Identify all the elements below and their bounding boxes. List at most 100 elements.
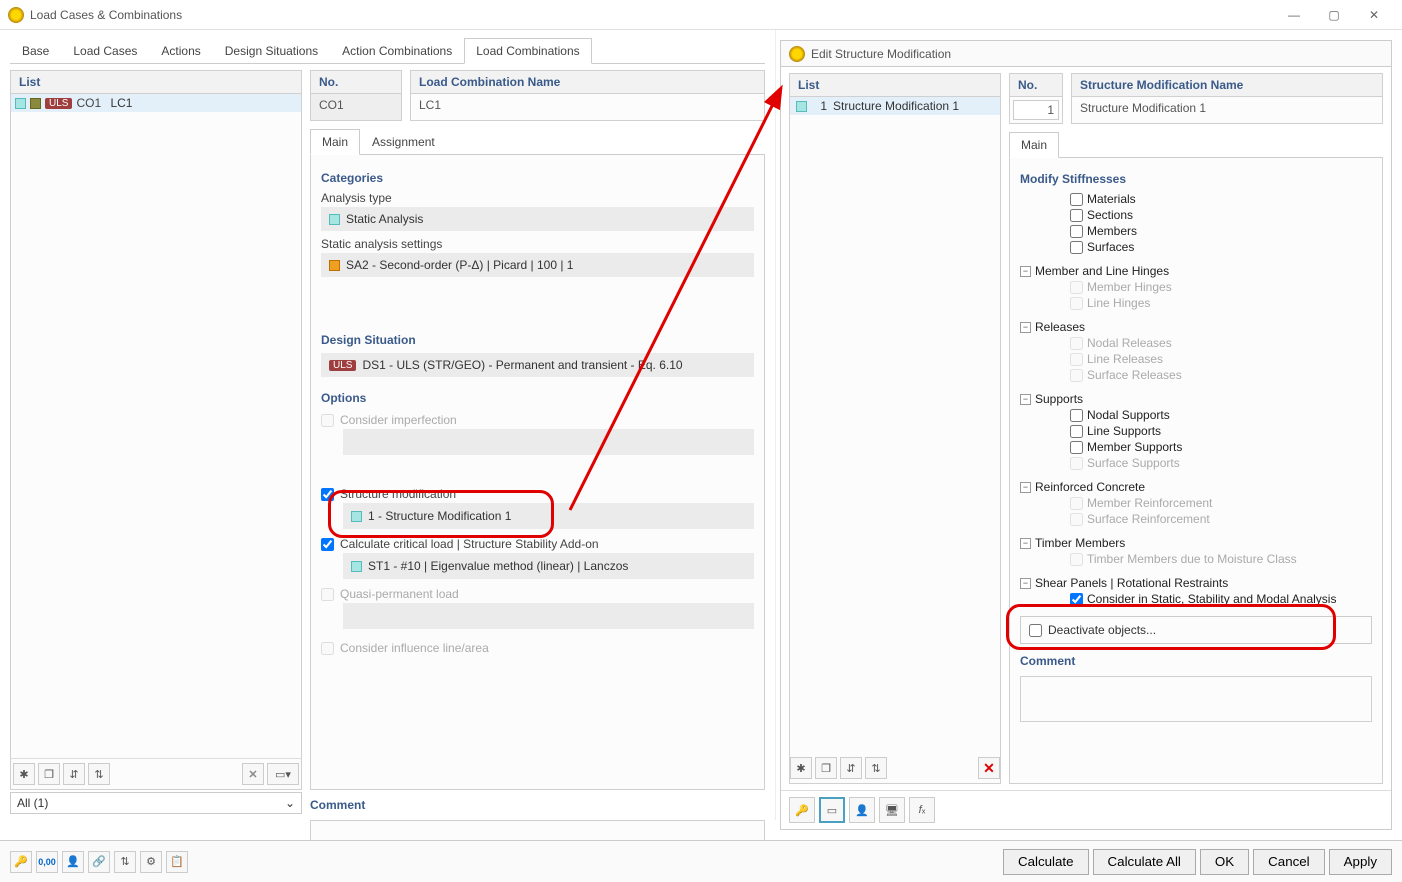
combinations-list: List ULS CO1 LC1 ✱ ❐ ⇵ ⇅ ✕ ▭▾ [10, 70, 302, 790]
window-title: Load Cases & Combinations [30, 8, 1274, 22]
calc-critical-row[interactable]: Calculate critical load | Structure Stab… [321, 537, 754, 551]
tab-load-cases[interactable]: Load Cases [61, 38, 149, 63]
expand-icon[interactable]: − [1020, 578, 1031, 589]
sort-asc-button[interactable]: ⇵ [63, 763, 85, 785]
consider-static-checkbox[interactable] [1070, 593, 1083, 606]
sort-button-2[interactable]: ⇅ [865, 757, 887, 779]
surfaces-checkbox[interactable] [1070, 241, 1083, 254]
subtab-assignment[interactable]: Assignment [360, 129, 447, 154]
all-filter-dropdown[interactable]: All (1) ⌄ [10, 792, 302, 814]
cancel-button[interactable]: Cancel [1253, 849, 1325, 875]
help-button[interactable]: 🔑 [789, 797, 815, 823]
filter-label: All (1) [17, 796, 48, 810]
expand-icon[interactable]: − [1020, 322, 1031, 333]
link-button[interactable]: 🔗 [88, 851, 110, 873]
deactivate-label: Deactivate objects... [1048, 623, 1156, 637]
list-row-co1[interactable]: ULS CO1 LC1 [11, 94, 301, 112]
deactivate-checkbox[interactable] [1029, 624, 1042, 637]
maximize-button[interactable]: ▢ [1314, 1, 1354, 29]
minimize-button[interactable]: — [1274, 1, 1314, 29]
view-mode-3-button[interactable]: 🖥 [879, 797, 905, 823]
tab-actions[interactable]: Actions [149, 38, 212, 63]
members-checkbox[interactable] [1070, 225, 1083, 238]
expand-icon[interactable]: − [1020, 482, 1031, 493]
tab-action-combinations[interactable]: Action Combinations [330, 38, 464, 63]
new-button[interactable]: ✱ [13, 763, 35, 785]
expand-icon[interactable]: − [1020, 538, 1031, 549]
structure-modification-row[interactable]: Structure modification [321, 487, 754, 501]
tool-6-button[interactable]: ⚙ [140, 851, 162, 873]
analysis-type-value[interactable]: Static Analysis [321, 207, 754, 231]
tab-base[interactable]: Base [10, 38, 61, 63]
view-toggle-button[interactable]: ▭▾ [267, 763, 299, 785]
sm-list: List 1 Structure Modification 1 ✱ ❐ ⇵ ⇅ … [789, 73, 1001, 784]
delete-button[interactable]: ✕ [978, 757, 1000, 779]
expand-icon[interactable]: − [1020, 266, 1031, 277]
subtab-main[interactable]: Main [310, 129, 360, 155]
sort-button[interactable]: ⇵ [840, 757, 862, 779]
list-toolbar: ✱ ❐ ⇵ ⇅ ✕ ▭▾ [11, 758, 301, 789]
copy-button[interactable]: ❐ [38, 763, 60, 785]
influence-checkbox [321, 642, 334, 655]
consider-imperfection-row: Consider imperfection [321, 413, 754, 427]
calculate-button[interactable]: Calculate [1003, 849, 1089, 875]
delete-button[interactable]: ✕ [242, 763, 264, 785]
calc-critical-checkbox[interactable] [321, 538, 334, 551]
tab-design-situations[interactable]: Design Situations [213, 38, 330, 63]
supports-group[interactable]: Supports [1035, 392, 1083, 406]
timber-members-group[interactable]: Timber Members [1035, 536, 1125, 550]
reinforced-concrete-group[interactable]: Reinforced Concrete [1035, 480, 1145, 494]
releases-group[interactable]: Releases [1035, 320, 1085, 334]
structure-modification-value[interactable]: 1 - Structure Modification 1 [343, 503, 754, 529]
view-mode-2-button[interactable]: 👤 [849, 797, 875, 823]
consider-static-label: Consider in Static, Stability and Modal … [1087, 592, 1336, 606]
sm-comment-box[interactable] [1020, 676, 1372, 722]
tool-3-button[interactable]: 👤 [62, 851, 84, 873]
view-mode-1-button[interactable]: ▭ [819, 797, 845, 823]
no-value[interactable]: CO1 [311, 94, 401, 120]
color-square-icon [30, 98, 41, 109]
copy-button[interactable]: ❐ [815, 757, 837, 779]
new-button[interactable]: ✱ [790, 757, 812, 779]
member-line-hinges-group[interactable]: Member and Line Hinges [1035, 264, 1169, 278]
sort-desc-button[interactable]: ⇅ [88, 763, 110, 785]
materials-checkbox[interactable] [1070, 193, 1083, 206]
calculate-all-button[interactable]: Calculate All [1093, 849, 1196, 875]
sm-comment-title: Comment [1020, 654, 1372, 668]
sm-bottom-toolbar: 🔑 ▭ 👤 🖥 fₓ [781, 790, 1391, 829]
options-title: Options [321, 391, 754, 405]
sm-tab-main[interactable]: Main [1009, 132, 1059, 158]
surface-supports-label: Surface Supports [1087, 456, 1180, 470]
function-button[interactable]: fₓ [909, 797, 935, 823]
calendar-button[interactable]: 📋 [166, 851, 188, 873]
sm-name-value[interactable]: Structure Modification 1 [1072, 97, 1382, 123]
sections-checkbox[interactable] [1070, 209, 1083, 222]
right-titlebar: Edit Structure Modification [781, 41, 1391, 67]
main-scroll-area: Categories Analysis type Static Analysis… [310, 155, 765, 790]
apply-button[interactable]: Apply [1329, 849, 1392, 875]
static-settings-value[interactable]: SA2 - Second-order (P-Δ) | Picard | 100 … [321, 253, 754, 277]
shear-panels-group[interactable]: Shear Panels | Rotational Restraints [1035, 576, 1228, 590]
ok-button[interactable]: OK [1200, 849, 1249, 875]
tool-5-button[interactable]: ⇅ [114, 851, 136, 873]
expand-icon[interactable]: − [1020, 394, 1031, 405]
structure-modification-checkbox[interactable] [321, 488, 334, 501]
design-situation-value[interactable]: ULS DS1 - ULS (STR/GEO) - Permanent and … [321, 353, 754, 377]
materials-label: Materials [1087, 192, 1136, 206]
close-button[interactable]: ✕ [1354, 1, 1394, 29]
member-supports-checkbox[interactable] [1070, 441, 1083, 454]
color-square-icon [15, 98, 26, 109]
name-value[interactable]: LC1 [411, 94, 764, 120]
deactivate-row[interactable]: Deactivate objects... [1020, 616, 1372, 644]
units-button[interactable]: 0,00 [36, 851, 58, 873]
no-field: No. CO1 [310, 70, 402, 121]
help-button[interactable]: 🔑 [10, 851, 32, 873]
sm-no-value[interactable]: 1 [1013, 100, 1059, 120]
calc-critical-value[interactable]: ST1 - #10 | Eigenvalue method (linear) |… [343, 553, 754, 579]
nodal-supports-checkbox[interactable] [1070, 409, 1083, 422]
tab-load-combinations[interactable]: Load Combinations [464, 38, 591, 64]
sm-list-row-1[interactable]: 1 Structure Modification 1 [790, 97, 1000, 115]
color-square-icon [329, 260, 340, 271]
line-supports-checkbox[interactable] [1070, 425, 1083, 438]
nodal-releases-label: Nodal Releases [1087, 336, 1172, 350]
